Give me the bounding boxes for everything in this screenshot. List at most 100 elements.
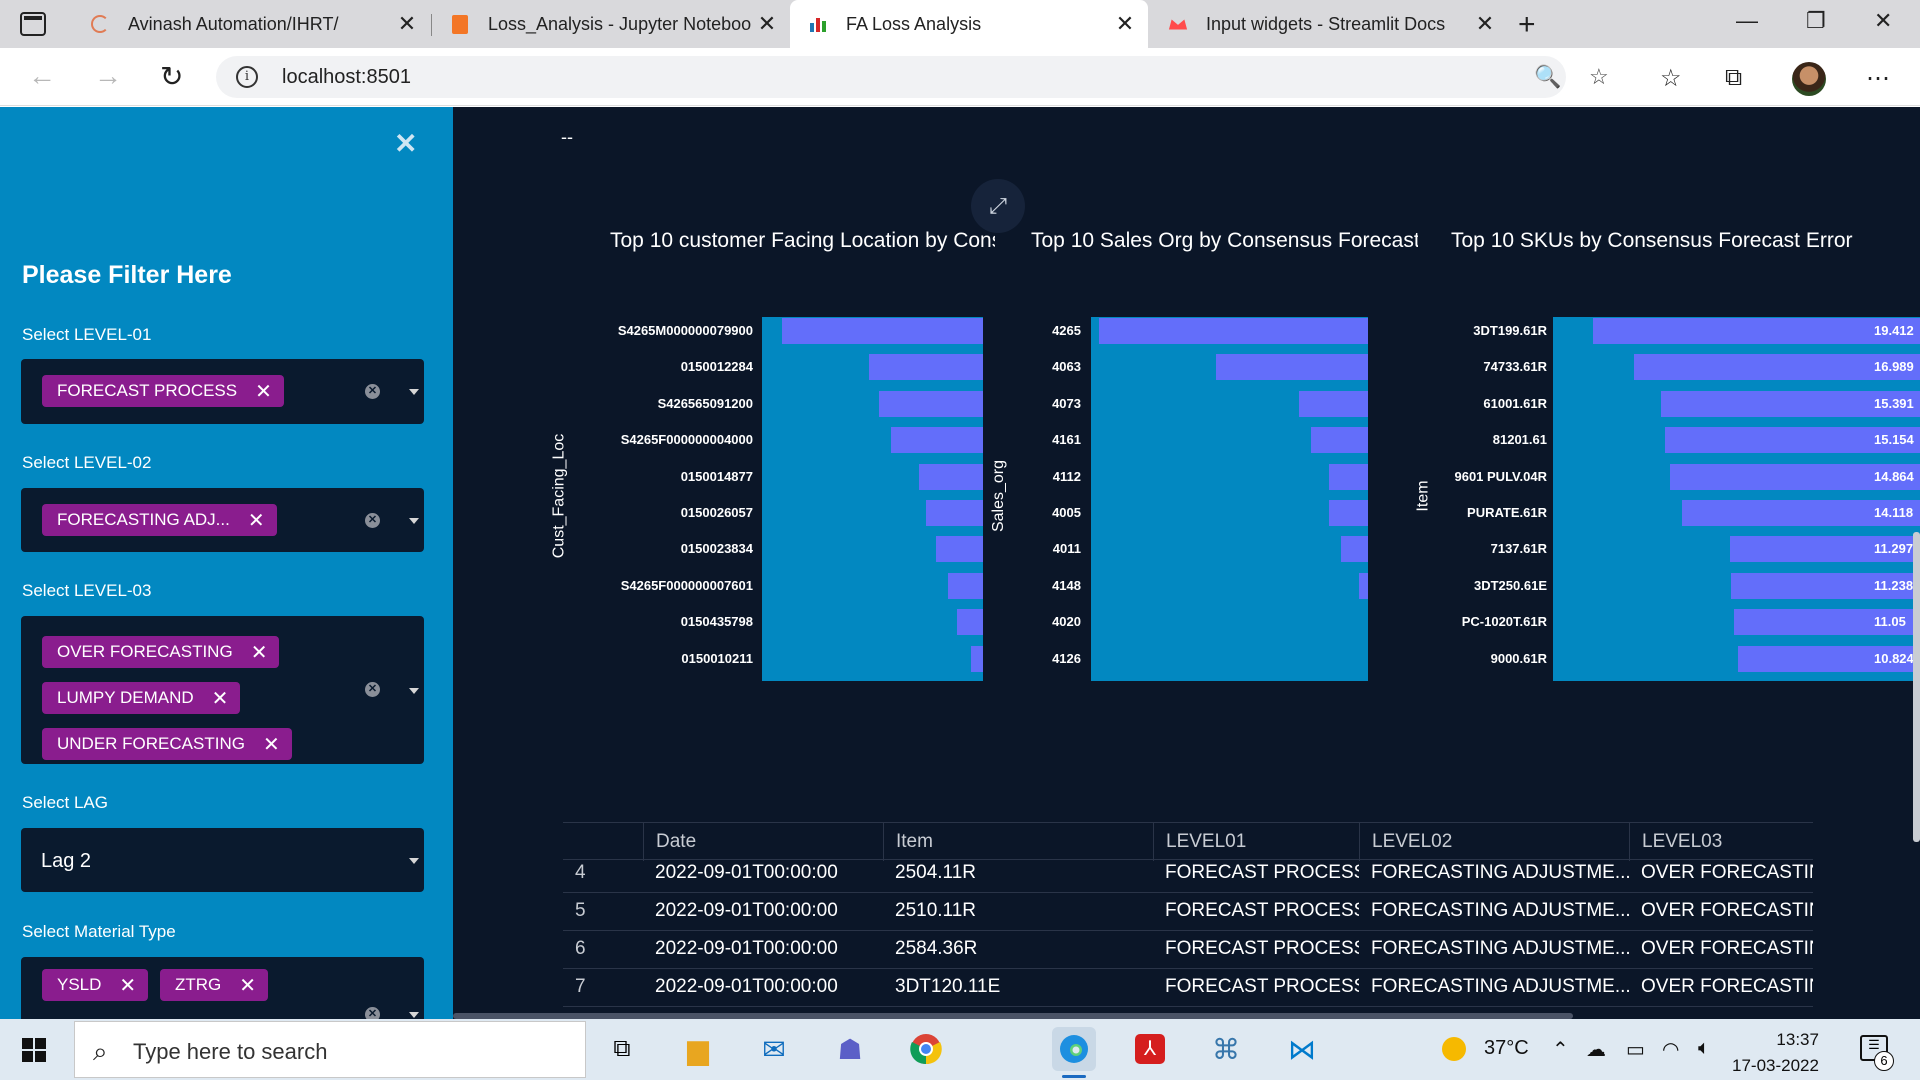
tab-jupyter-notebook[interactable]: Loss_Analysis - Jupyter Notebook ✕ <box>432 0 790 48</box>
url-text[interactable]: localhost:8501 <box>282 66 411 89</box>
row-index[interactable]: 4 <box>563 855 643 893</box>
chart-bar[interactable] <box>781 318 983 344</box>
clear-all-icon[interactable]: ✕ <box>365 513 380 528</box>
profile-avatar[interactable] <box>1792 62 1826 96</box>
multiselect-level02[interactable]: FORECASTING ADJ... ✕ ✕ <box>21 488 424 552</box>
python-icon[interactable]: ⌘ <box>1204 1027 1248 1071</box>
settings-more-icon[interactable]: ⋯ <box>1866 64 1890 93</box>
chevron-down-icon[interactable] <box>409 858 419 864</box>
cell-item[interactable]: 2584.36R <box>883 931 1153 969</box>
outlook-icon[interactable]: ✉ <box>752 1027 796 1071</box>
chip-ysld[interactable]: YSLD ✕ <box>42 969 149 1001</box>
cell-level03[interactable]: OVER FORECASTING <box>1629 931 1813 969</box>
chart-bar[interactable] <box>956 609 983 636</box>
show-hidden-icons-icon[interactable]: ⌃ <box>1552 1037 1569 1062</box>
row-index[interactable]: 6 <box>563 931 643 969</box>
chart-bar[interactable] <box>1299 390 1368 417</box>
volume-icon[interactable]: 🔈︎ <box>1698 1037 1710 1060</box>
wifi-icon[interactable]: ◠ <box>1662 1037 1679 1062</box>
favorites-icon[interactable]: ☆ <box>1660 64 1682 93</box>
table-row[interactable]: 7 2022-09-01T00:00:00 3DT120.11E FORECAST P… <box>563 969 1813 1007</box>
table-row[interactable]: 5 2022-09-01T00:00:00 2510.11R FORECAST PRO… <box>563 893 1813 931</box>
task-view-icon[interactable]: ⧉ <box>600 1027 644 1071</box>
close-tab-icon[interactable]: ✕ <box>392 11 422 37</box>
cell-item[interactable]: 2504.11R <box>883 855 1153 893</box>
cell-date[interactable]: 2022-09-01T00:00:00 <box>643 893 883 931</box>
vscode-icon[interactable]: ⋈ <box>1280 1027 1324 1071</box>
collections-icon[interactable]: ⧉ <box>1725 64 1742 92</box>
adobe-acrobat-icon[interactable]: ⅄ <box>1128 1027 1172 1071</box>
tab-avinash-automation[interactable]: Avinash Automation/IHRT/ ✕ <box>72 0 430 48</box>
forward-icon[interactable]: → <box>94 60 122 92</box>
restore-icon[interactable]: ❐ <box>1806 8 1826 34</box>
row-index[interactable]: 5 <box>563 893 643 931</box>
chart-bar[interactable] <box>1341 536 1368 563</box>
remove-chip-icon[interactable]: ✕ <box>212 686 229 711</box>
row-index[interactable]: 7 <box>563 969 643 1007</box>
close-tab-icon[interactable]: ✕ <box>752 11 782 37</box>
select-lag[interactable]: Lag 2 <box>21 828 424 892</box>
teams-icon[interactable]: ☗ <box>828 1027 872 1071</box>
cell-level03[interactable]: OVER FORECASTING <box>1629 969 1813 1007</box>
tab-fa-loss-analysis[interactable]: FA Loss Analysis ✕ <box>790 0 1148 48</box>
chart-bar[interactable] <box>1329 500 1368 526</box>
tab-actions-icon[interactable] <box>20 12 46 36</box>
cell-level03[interactable]: OVER FORECASTING <box>1629 893 1813 931</box>
zoom-out-icon[interactable]: 🔍 <box>1534 64 1561 90</box>
chart-bar[interactable] <box>935 536 983 563</box>
cell-level02[interactable]: FORECASTING ADJUSTME... <box>1359 969 1629 1007</box>
chart-bar[interactable] <box>1099 318 1368 344</box>
cell-level01[interactable]: FORECAST PROCESS <box>1153 855 1359 893</box>
remove-chip-icon[interactable]: ✕ <box>263 732 280 757</box>
close-window-icon[interactable]: ✕ <box>1874 8 1892 34</box>
close-sidebar-icon[interactable]: ✕ <box>394 127 417 160</box>
back-icon[interactable]: ← <box>28 60 56 92</box>
url-field[interactable]: i localhost:8501 🔍 ☆ <box>216 56 1609 98</box>
clear-all-icon[interactable]: ✕ <box>365 1007 380 1019</box>
chart-bar[interactable] <box>1593 318 1920 344</box>
chevron-down-icon[interactable] <box>409 688 419 694</box>
chart-bar[interactable] <box>1215 354 1368 381</box>
remove-chip-icon[interactable]: ✕ <box>251 640 268 665</box>
remove-chip-icon[interactable]: ✕ <box>248 508 265 533</box>
chart-bar[interactable] <box>971 645 983 672</box>
table-row[interactable]: 6 2022-09-01T00:00:00 2584.36R FORECAST PRO… <box>563 931 1813 969</box>
data-table[interactable]: Date Item LEVEL01 LEVEL02 LEVEL03 4 2022-… <box>563 822 1813 1019</box>
vertical-scrollbar[interactable] <box>1913 532 1920 842</box>
cell-level01[interactable]: FORECAST PROCESS <box>1153 893 1359 931</box>
chart-bar[interactable] <box>869 354 983 381</box>
chart-bar[interactable] <box>1359 572 1368 599</box>
edge-icon[interactable] <box>1052 1027 1096 1078</box>
clear-all-icon[interactable]: ✕ <box>365 384 380 399</box>
minimize-icon[interactable]: — <box>1736 8 1758 34</box>
weather-sun-icon[interactable] <box>1442 1037 1466 1067</box>
cell-date[interactable]: 2022-09-01T00:00:00 <box>643 969 883 1007</box>
cell-item[interactable]: 2510.11R <box>883 893 1153 931</box>
chip-lumpy-demand[interactable]: LUMPY DEMAND ✕ <box>42 682 241 714</box>
close-tab-icon[interactable]: ✕ <box>1470 11 1500 37</box>
reload-icon[interactable]: ↻ <box>160 60 183 93</box>
multiselect-level03[interactable]: OVER FORECASTING ✕ LUMPY DEMAND ✕ UNDER … <box>21 616 424 764</box>
taskbar-search-box[interactable]: ⌕ Type here to search <box>74 1021 586 1078</box>
chrome-icon[interactable] <box>904 1027 948 1071</box>
windows-start-icon[interactable] <box>22 1038 46 1062</box>
cell-level01[interactable]: FORECAST PROCESS <box>1153 969 1359 1007</box>
chevron-down-icon[interactable] <box>409 389 419 395</box>
cell-level02[interactable]: FORECASTING ADJUSTME... <box>1359 855 1629 893</box>
fullscreen-expand-icon[interactable]: ⤢ <box>971 179 1025 233</box>
remove-chip-icon[interactable]: ✕ <box>239 973 256 998</box>
cell-level03[interactable]: OVER FORECASTING <box>1629 855 1813 893</box>
chip-under-forecasting[interactable]: UNDER FORECASTING ✕ <box>42 728 292 760</box>
multiselect-material-type[interactable]: YSLD ✕ ZTRG ✕ ✕ <box>21 957 424 1019</box>
cell-item[interactable]: 3DT120.11E <box>883 969 1153 1007</box>
remove-chip-icon[interactable]: ✕ <box>255 379 272 404</box>
chip-ztrg[interactable]: ZTRG ✕ <box>160 969 269 1001</box>
battery-icon[interactable]: ▭ <box>1626 1037 1645 1062</box>
cell-level02[interactable]: FORECASTING ADJUSTME... <box>1359 893 1629 931</box>
temperature-text[interactable]: 37°C <box>1484 1037 1529 1060</box>
file-explorer-icon[interactable]: ▆ <box>676 1027 720 1071</box>
table-row[interactable]: 4 2022-09-01T00:00:00 2504.11R FORECAST PRO… <box>563 855 1813 893</box>
chart-bar[interactable] <box>926 500 983 526</box>
multiselect-level01[interactable]: FORECAST PROCESS ✕ ✕ <box>21 359 424 424</box>
add-favorite-icon[interactable]: ☆ <box>1589 64 1609 90</box>
